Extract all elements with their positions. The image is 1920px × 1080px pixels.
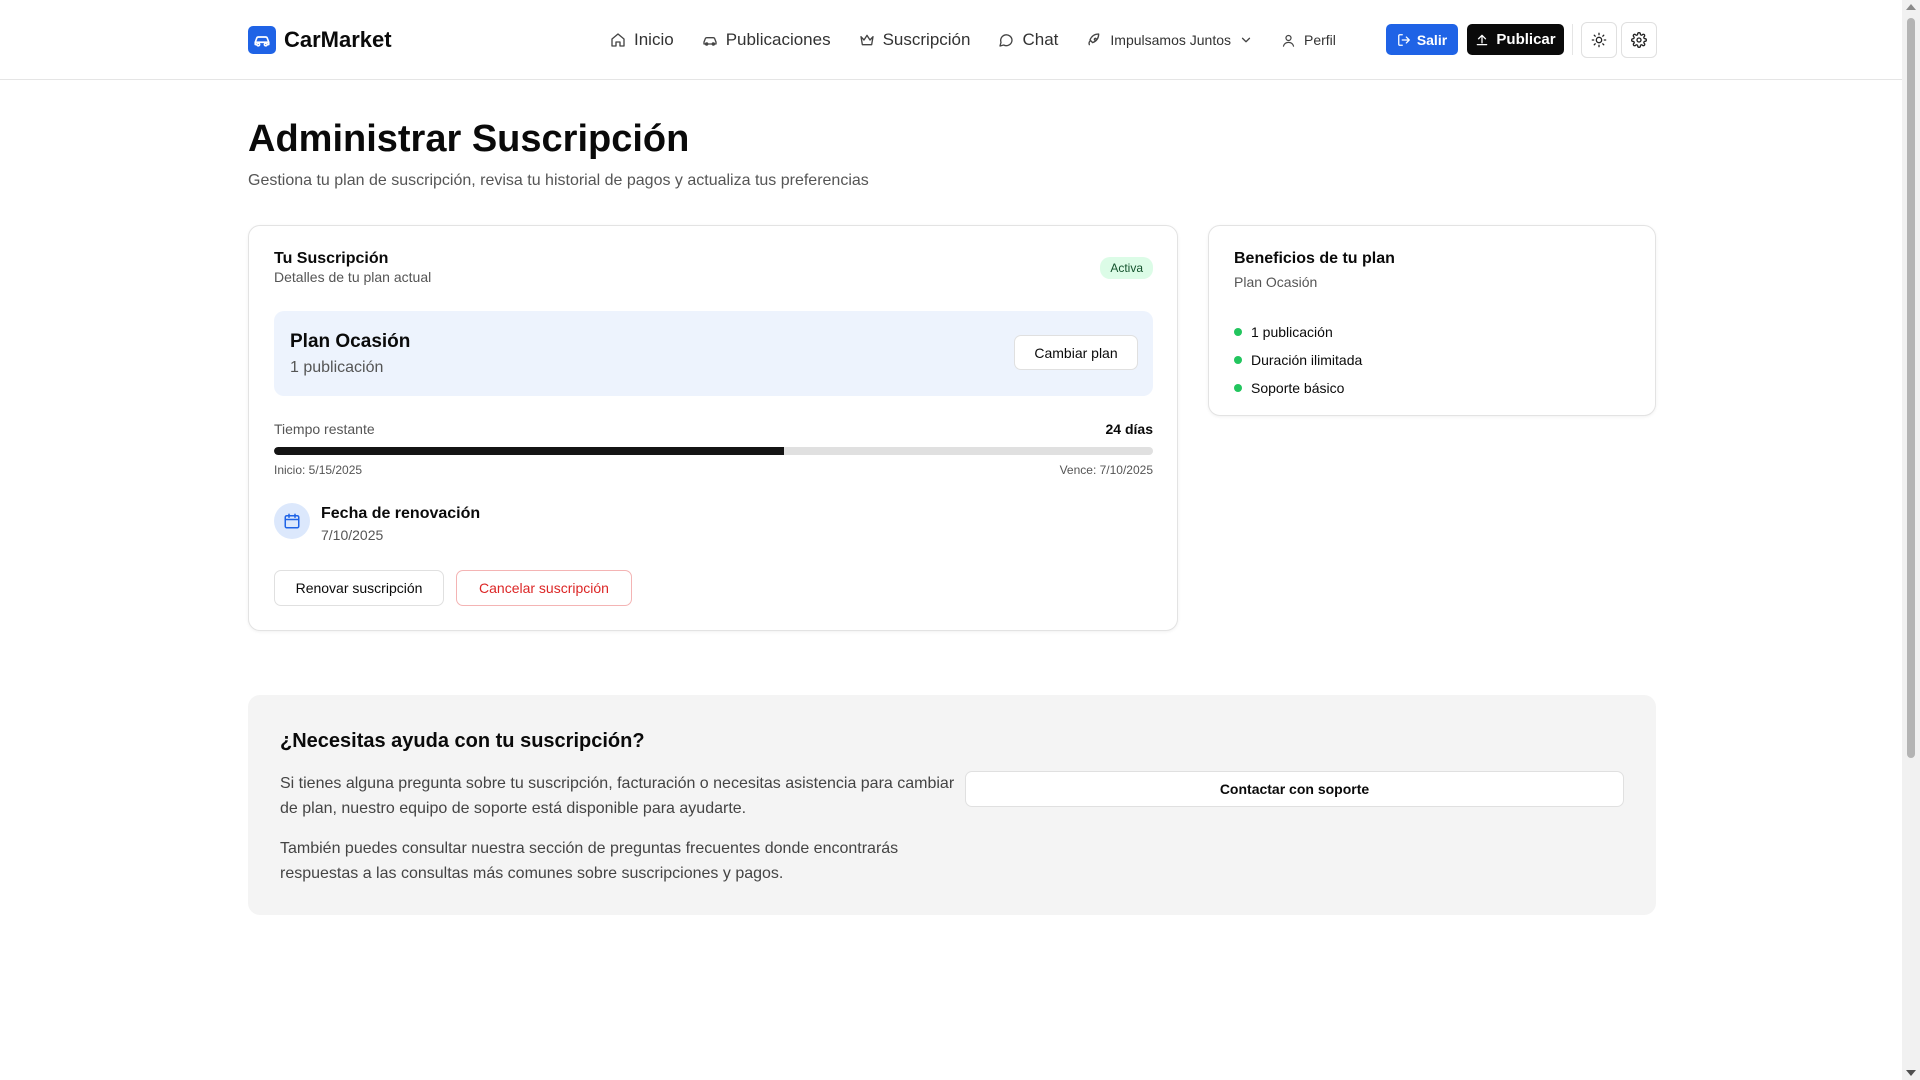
nav-label: Inicio	[634, 30, 674, 49]
sun-icon	[1591, 32, 1607, 48]
contact-support-button[interactable]: Contactar con soporte	[965, 771, 1624, 807]
help-paragraph-1: Si tienes alguna pregunta sobre tu suscr…	[280, 775, 955, 817]
user-icon	[1282, 34, 1295, 47]
time-progress-bar	[274, 447, 1153, 455]
crown-icon	[859, 34, 874, 46]
car-icon	[703, 37, 717, 46]
benefit-item: Soporte básico	[1234, 374, 1362, 402]
benefit-label: Soporte básico	[1251, 380, 1345, 396]
subscription-card-title: Tu Suscripción	[274, 250, 389, 267]
help-paragraph-2: También puedes consultar nuestra sección…	[280, 840, 899, 882]
calendar-icon-badge	[274, 503, 310, 539]
page-subtitle: Gestiona tu plan de suscripción, revisa …	[248, 172, 869, 189]
publish-label: Publicar	[1496, 31, 1556, 48]
benefit-item: Duración ilimitada	[1234, 346, 1362, 374]
renewal-date-value: 7/10/2025	[321, 527, 384, 543]
nav-label: Impulsamos Juntos	[1110, 32, 1231, 48]
plan-name: Plan Ocasión	[290, 331, 411, 352]
help-title: ¿Necesitas ayuda con tu suscripción?	[280, 730, 645, 752]
status-badge: Activa	[1100, 257, 1153, 279]
benefit-label: Duración ilimitada	[1251, 352, 1363, 368]
settings-button[interactable]	[1621, 22, 1657, 58]
upload-icon	[1477, 34, 1488, 45]
cancel-subscription-button[interactable]: Cancelar suscripción	[456, 570, 632, 606]
logout-icon	[1397, 33, 1410, 46]
nav-item-inicio[interactable]: Inicio	[610, 30, 674, 50]
page-title: Administrar Suscripción	[248, 118, 690, 160]
brand-name: CarMarket	[284, 27, 392, 52]
nav-item-impulsamos-juntos[interactable]: Impulsamos Juntos	[1086, 32, 1253, 48]
benefits-title: Beneficios de tu plan	[1234, 250, 1395, 267]
car-logo-icon	[248, 26, 276, 54]
nav-item-publicaciones[interactable]: Publicaciones	[702, 30, 831, 50]
bullet-dot-icon	[1234, 328, 1242, 336]
change-plan-button[interactable]: Cambiar plan	[1014, 335, 1138, 370]
nav-label: Perfil	[1304, 32, 1336, 48]
scrollbar-thumb[interactable]	[1907, 18, 1915, 758]
help-section: ¿Necesitas ayuda con tu suscripción? Si …	[248, 695, 1656, 915]
page-scrollbar[interactable]	[1902, 0, 1920, 1080]
header-divider	[1572, 24, 1573, 55]
theme-toggle-button[interactable]	[1581, 22, 1617, 58]
benefit-item: 1 publicación	[1234, 318, 1362, 346]
time-remaining-value: 24 días	[1105, 421, 1153, 437]
subscription-card-description: Detalles de tu plan actual	[274, 269, 432, 285]
nav-label: Suscripción	[882, 30, 971, 49]
current-plan-box: Plan Ocasión 1 publicación Cambiar plan	[274, 311, 1153, 396]
renew-subscription-button[interactable]: Renovar suscripción	[274, 570, 444, 606]
scroll-up-arrow-icon[interactable]	[1906, 4, 1916, 10]
chevron-down-icon	[1241, 37, 1251, 43]
logout-label: Salir	[1416, 31, 1448, 48]
time-remaining-label: Tiempo restante	[274, 421, 375, 437]
brand-logo[interactable]: CarMarket	[248, 26, 392, 54]
calendar-icon	[284, 513, 300, 529]
logout-button[interactable]: Salir	[1386, 24, 1458, 55]
subscription-card: Tu Suscripción Detalles de tu plan actua…	[248, 225, 1178, 631]
chat-icon	[999, 34, 1014, 47]
publish-button[interactable]: Publicar	[1467, 24, 1564, 55]
gear-icon	[1631, 32, 1647, 48]
bullet-dot-icon	[1234, 356, 1242, 364]
nav-item-chat[interactable]: Chat	[998, 30, 1058, 50]
benefits-plan-name: Plan Ocasión	[1234, 274, 1318, 290]
nav-label: Publicaciones	[725, 30, 831, 49]
nav-item-suscripcion[interactable]: Suscripción	[859, 30, 971, 50]
rocket-icon	[1088, 33, 1100, 46]
start-date: Inicio: 5/15/2025	[274, 463, 363, 477]
home-icon	[611, 33, 625, 47]
top-navbar: CarMarket Inicio Publicaciones Suscripci…	[0, 0, 1902, 80]
time-progress-fill	[274, 447, 784, 455]
bullet-dot-icon	[1234, 384, 1242, 392]
plan-benefits-card: Beneficios de tu plan Plan Ocasión 1 pub…	[1208, 225, 1656, 416]
main-nav: Inicio Publicaciones Suscripción Chat Im…	[610, 26, 1364, 54]
scroll-down-arrow-icon[interactable]	[1906, 1070, 1916, 1076]
end-date: Vence: 7/10/2025	[1059, 463, 1153, 477]
nav-item-perfil[interactable]: Perfil	[1281, 32, 1336, 48]
benefit-label: 1 publicación	[1251, 324, 1333, 340]
benefits-list: 1 publicación Duración ilimitada Soporte…	[1234, 318, 1362, 402]
nav-label: Chat	[1022, 30, 1059, 49]
renewal-date-label: Fecha de renovación	[321, 505, 481, 522]
plan-detail: 1 publicación	[290, 359, 384, 376]
